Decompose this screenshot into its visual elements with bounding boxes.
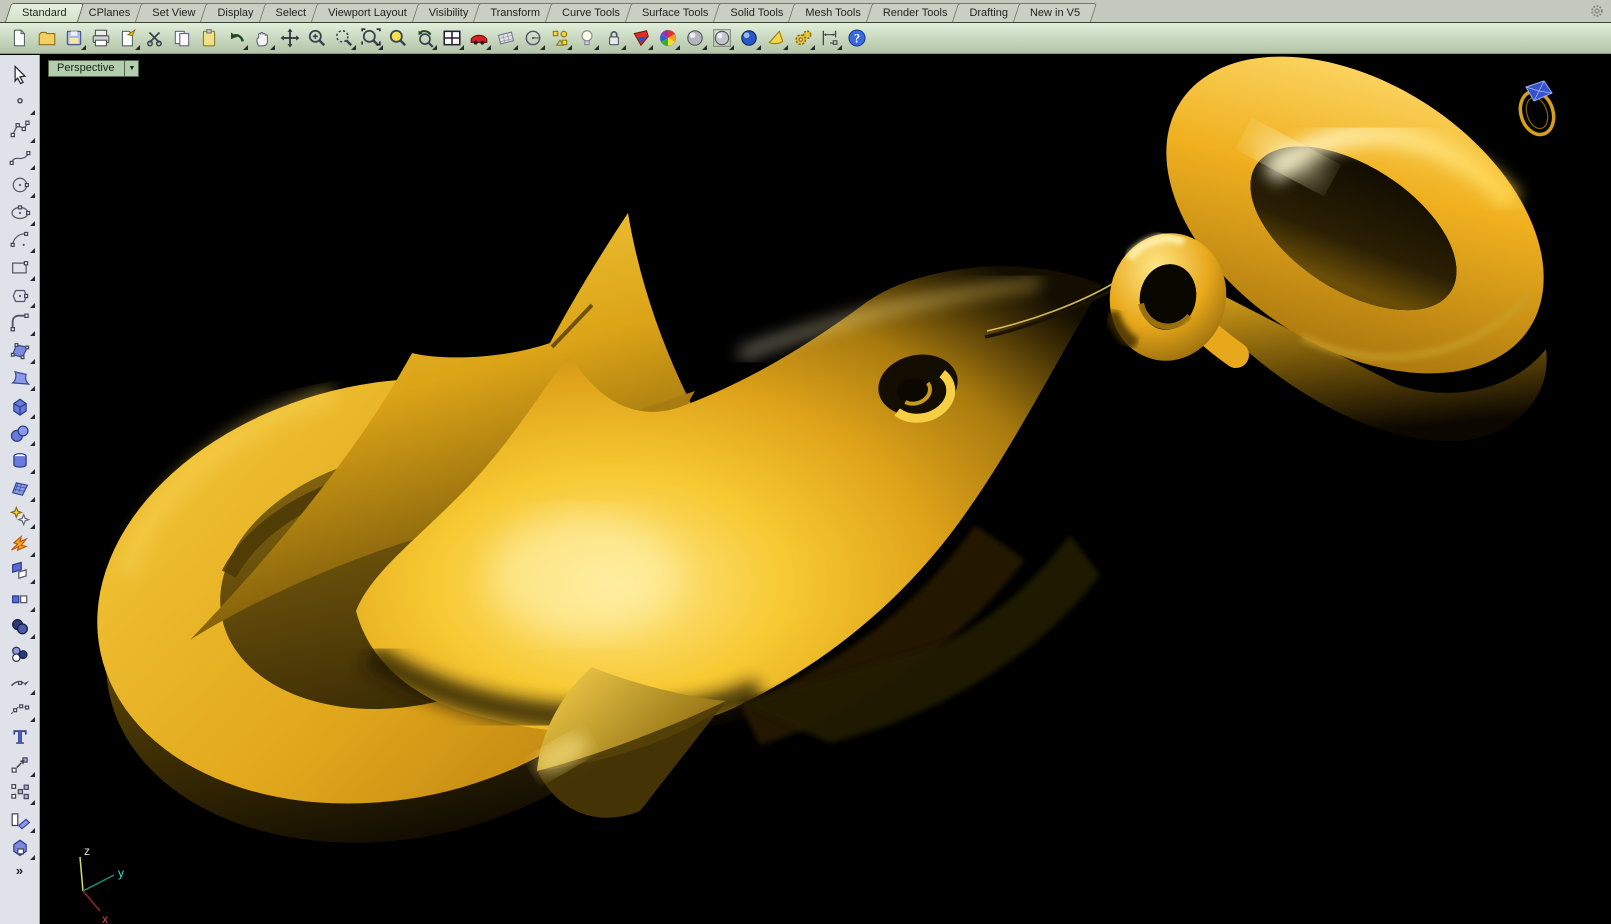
tab-cplanes[interactable]: CPlanes — [75, 3, 145, 22]
ellipse-icon[interactable] — [4, 199, 36, 227]
axis-y-label: y — [118, 866, 124, 880]
boolean-difference-icon[interactable] — [4, 640, 36, 668]
tab-set-view[interactable]: Set View — [138, 3, 209, 22]
ring-gem-logo — [1515, 81, 1559, 139]
tab-viewport-layout[interactable]: Viewport Layout — [314, 3, 421, 22]
viewport-title-dropdown[interactable]: Perspective ▼ — [48, 60, 139, 77]
zoom-dynamic-icon[interactable] — [303, 25, 330, 51]
mesh-surface-icon[interactable] — [4, 475, 36, 503]
zoom-extents-icon[interactable] — [357, 25, 384, 51]
control-point-curve-icon[interactable] — [4, 116, 36, 144]
point-icon[interactable] — [4, 89, 36, 117]
split-icon[interactable] — [4, 585, 36, 613]
options-icon[interactable] — [789, 25, 816, 51]
ghosted-viewport-icon[interactable] — [708, 25, 735, 51]
sidebar-more-button[interactable]: » — [16, 863, 23, 878]
zoom-selected-icon[interactable] — [384, 25, 411, 51]
world-axis-icon: z y x — [80, 844, 124, 924]
cut-icon[interactable] — [141, 25, 168, 51]
fillet-curve-icon[interactable] — [4, 309, 36, 337]
chevron-down-icon[interactable]: ▼ — [125, 60, 139, 77]
boolean-union-icon[interactable] — [4, 613, 36, 641]
move-icon[interactable] — [4, 751, 36, 779]
osnap-icon[interactable] — [546, 25, 573, 51]
viewport-title[interactable]: Perspective — [48, 60, 125, 77]
boolean-stars-icon[interactable] — [4, 503, 36, 531]
tab-surface-tools[interactable]: Surface Tools — [628, 3, 722, 22]
copy-icon[interactable] — [168, 25, 195, 51]
color-wheel-icon[interactable] — [654, 25, 681, 51]
tab-drafting[interactable]: Drafting — [955, 3, 1022, 22]
rendered-viewport-icon[interactable] — [735, 25, 762, 51]
open-file-icon[interactable] — [33, 25, 60, 51]
new-document-icon[interactable] — [6, 25, 33, 51]
car-demo-icon[interactable] — [465, 25, 492, 51]
tab-visibility[interactable]: Visibility — [415, 3, 483, 22]
paste-icon[interactable] — [195, 25, 222, 51]
patch-surface-icon[interactable] — [4, 365, 36, 393]
cage-edit-icon[interactable] — [4, 834, 36, 862]
surface-control-points-icon[interactable] — [4, 337, 36, 365]
tab-mesh-tools[interactable]: Mesh Tools — [791, 3, 874, 22]
four-viewports-icon[interactable] — [438, 25, 465, 51]
explode-icon[interactable] — [4, 530, 36, 558]
undo-view-change-icon[interactable] — [411, 25, 438, 51]
tab-transform[interactable]: Transform — [476, 3, 554, 22]
standard-toolbar: ? — [0, 23, 1611, 54]
pan-icon[interactable] — [249, 25, 276, 51]
tab-curve-tools[interactable]: Curve Tools — [548, 3, 634, 22]
select-cursor-icon[interactable] — [4, 61, 36, 89]
polygon-icon[interactable] — [4, 282, 36, 310]
main-tool-sidebar: T» — [0, 55, 40, 924]
shaded-viewport-icon[interactable] — [681, 25, 708, 51]
options-gear-icon[interactable] — [1589, 3, 1605, 19]
arc-icon[interactable] — [4, 227, 36, 255]
rhino-window: { "tabs": { "items": [ {"label":"Standar… — [0, 0, 1611, 924]
tab-new-in-v5[interactable]: New in V5 — [1016, 3, 1094, 22]
svg-text:?: ? — [853, 31, 859, 45]
array-icon[interactable] — [4, 778, 36, 806]
zoom-window-icon[interactable] — [330, 25, 357, 51]
save-icon[interactable] — [60, 25, 87, 51]
print-icon[interactable] — [87, 25, 114, 51]
svg-text:T: T — [13, 728, 26, 748]
rebuild-curve-icon[interactable] — [4, 696, 36, 724]
dimension-icon[interactable] — [816, 25, 843, 51]
rectangle-icon[interactable] — [4, 254, 36, 282]
help-icon[interactable]: ? — [843, 25, 870, 51]
extend-curve-icon[interactable] — [4, 668, 36, 696]
tab-render-tools[interactable]: Render Tools — [869, 3, 962, 22]
text-icon[interactable]: T — [4, 723, 36, 751]
tab-display[interactable]: Display — [203, 3, 267, 22]
lamp-icon[interactable] — [573, 25, 600, 51]
tab-standard[interactable]: Standard — [8, 3, 81, 22]
export-icon[interactable] — [114, 25, 141, 51]
toolbar-tab-bar: StandardCPlanesSet ViewDisplaySelectView… — [0, 0, 1611, 23]
spotlight-icon[interactable] — [762, 25, 789, 51]
cplane-icon[interactable] — [492, 25, 519, 51]
interpolate-curve-icon[interactable] — [4, 144, 36, 172]
undo-icon[interactable] — [222, 25, 249, 51]
named-cplane-icon[interactable] — [4, 806, 36, 834]
cylinder-icon[interactable] — [4, 447, 36, 475]
tab-solid-tools[interactable]: Solid Tools — [716, 3, 797, 22]
circle-icon[interactable] — [4, 171, 36, 199]
rotate-view-icon[interactable] — [276, 25, 303, 51]
perspective-viewport[interactable]: Perspective ▼ — [40, 55, 1611, 924]
trim-icon[interactable] — [4, 558, 36, 586]
sphere-icon[interactable] — [4, 420, 36, 448]
axis-x-label: x — [102, 912, 108, 924]
dolphin-body[interactable] — [356, 266, 1118, 745]
lock-icon[interactable] — [600, 25, 627, 51]
box-icon[interactable] — [4, 392, 36, 420]
render-icon[interactable] — [627, 25, 654, 51]
axis-z-label: z — [84, 844, 90, 858]
circle-radius-icon[interactable] — [519, 25, 546, 51]
rendered-pendant-scene: z y x — [40, 55, 1611, 924]
